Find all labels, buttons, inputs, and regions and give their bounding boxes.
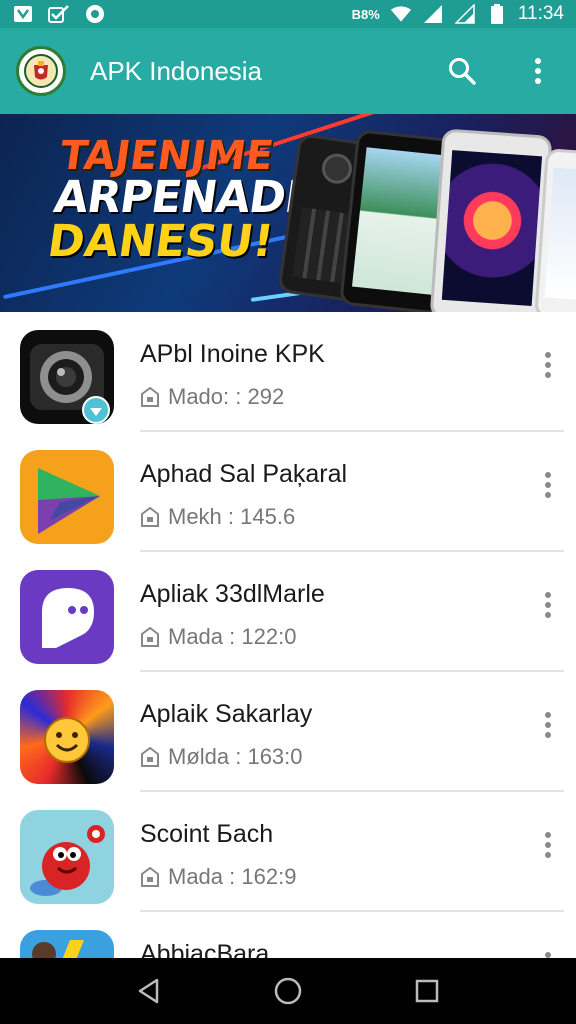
item-menu-icon[interactable] <box>538 708 558 742</box>
app-title: Apliak 33dlMarle <box>140 580 325 608</box>
overflow-menu-icon[interactable] <box>522 55 554 87</box>
wifi-icon <box>390 4 412 24</box>
storage-icon <box>141 386 159 407</box>
search-icon[interactable] <box>446 55 478 87</box>
app-meta: Mada : 162:9 <box>168 864 297 889</box>
app-bar: APK Indonesia <box>0 28 576 114</box>
back-icon[interactable] <box>129 971 169 1011</box>
app-meta: Mado: : 292 <box>168 384 285 409</box>
notification-icon <box>12 4 34 24</box>
list-item[interactable]: Aphad Sal Paķaral Mekh : 145.6 <box>0 432 576 552</box>
smiley-icon <box>20 690 114 784</box>
list-item[interactable]: Aplaik Sakarlay Mølda : 163:0 <box>0 672 576 792</box>
status-bar: B8% 11:34 <box>0 0 576 28</box>
storage-icon <box>141 866 159 887</box>
app-logo <box>16 46 66 96</box>
promo-banner[interactable]: TAJENJME ARPENADIA DANESU! <box>0 114 576 312</box>
circle-icon <box>84 4 106 24</box>
home-icon[interactable] <box>268 971 308 1011</box>
signal-icon <box>422 4 444 24</box>
cartoon-character-icon <box>20 810 114 904</box>
clock: 11:34 <box>517 3 564 24</box>
storage-icon <box>141 626 159 647</box>
list-item[interactable]: Scoint Бach Mada : 162:9 <box>0 792 576 912</box>
recents-icon[interactable] <box>407 971 447 1011</box>
navigation-bar <box>0 958 576 1024</box>
app-title: Aplaik Sakarlay <box>140 700 313 728</box>
item-menu-icon[interactable] <box>538 468 558 502</box>
storage-icon <box>141 506 159 527</box>
app-title: Aphad Sal Paķaral <box>140 460 348 488</box>
play-triangle-icon <box>20 450 114 544</box>
phone-illustration <box>429 128 553 312</box>
app-list: APbl Inoine KPK Mado: : 292 Aphad Sal Pa… <box>0 312 576 1024</box>
item-menu-icon[interactable] <box>538 828 558 862</box>
app-meta: Mølda : 163:0 <box>168 744 303 769</box>
network-label: B8% <box>351 6 380 22</box>
app-meta: Mekh : 145.6 <box>168 504 296 529</box>
list-item[interactable]: Apliak 33dlMarle Mada : 122:0 <box>0 552 576 672</box>
item-menu-icon[interactable] <box>538 588 558 622</box>
ghost-icon <box>20 570 114 664</box>
signal-icon <box>454 4 476 24</box>
app-title: APbl Inoine KPK <box>140 340 325 368</box>
app-title: Scoint Бach <box>140 820 274 848</box>
storage-icon <box>141 746 159 767</box>
item-menu-icon[interactable] <box>538 348 558 382</box>
battery-icon <box>486 4 508 24</box>
checkbox-icon <box>48 4 70 24</box>
list-item[interactable]: APbl Inoine KPK Mado: : 292 <box>0 312 576 432</box>
app-meta: Mada : 122:0 <box>168 624 297 649</box>
app-title: APK Indonesia <box>90 55 263 86</box>
camera-app-icon <box>20 330 114 424</box>
